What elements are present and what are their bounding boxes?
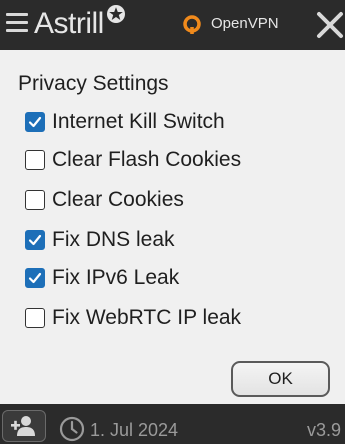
option-fix-dns-leak[interactable]: Fix DNS leak: [25, 226, 175, 254]
menu-icon[interactable]: [6, 13, 28, 35]
ok-button[interactable]: OK: [231, 361, 330, 397]
option-clear-cookies[interactable]: Clear Cookies: [25, 186, 184, 214]
option-clear-flash-cookies[interactable]: Clear Flash Cookies: [25, 146, 241, 174]
option-label: Fix WebRTC IP leak: [52, 306, 242, 329]
add-user-icon: [11, 416, 35, 436]
fix-ipv6-leak-checkbox[interactable]: [25, 268, 45, 288]
openvpn-icon: [183, 15, 201, 34]
protocol-label[interactable]: OpenVPN: [211, 14, 279, 34]
option-label: Internet Kill Switch: [52, 110, 225, 133]
option-fix-ipv6-leak[interactable]: Fix IPv6 Leak: [25, 264, 179, 292]
privacy-settings-panel: Privacy Settings Internet Kill Switch Cl…: [0, 50, 345, 404]
option-label: Clear Cookies: [52, 188, 184, 211]
option-label: Fix IPv6 Leak: [52, 266, 180, 289]
title-bar: Astrill OpenVPN: [0, 0, 345, 50]
option-fix-webrtc-ip-leak[interactable]: Fix WebRTC IP leak: [25, 304, 241, 332]
star-icon: [107, 5, 125, 23]
clock-icon: [59, 416, 85, 442]
brand-name: Astrill: [34, 7, 104, 40]
clear-flash-cookies-checkbox[interactable]: [25, 150, 45, 170]
section-title: Privacy Settings: [18, 72, 169, 95]
footer-bar: 1. Jul 2024 v3.9: [0, 404, 345, 444]
clear-cookies-checkbox[interactable]: [25, 190, 45, 210]
check-icon: [28, 272, 42, 284]
kill-switch-checkbox[interactable]: [25, 112, 45, 132]
fix-webrtc-ip-leak-checkbox[interactable]: [25, 308, 45, 328]
check-icon: [28, 234, 42, 246]
add-user-button[interactable]: [2, 410, 46, 442]
close-icon[interactable]: [316, 11, 344, 39]
date-label: 1. Jul 2024: [90, 420, 179, 440]
fix-dns-leak-checkbox[interactable]: [25, 230, 45, 250]
option-label: Clear Flash Cookies: [52, 148, 242, 171]
check-icon: [28, 116, 42, 128]
option-internet-kill-switch[interactable]: Internet Kill Switch: [25, 108, 225, 136]
version-label: v3.9: [306, 420, 341, 440]
option-label: Fix DNS leak: [52, 228, 175, 251]
